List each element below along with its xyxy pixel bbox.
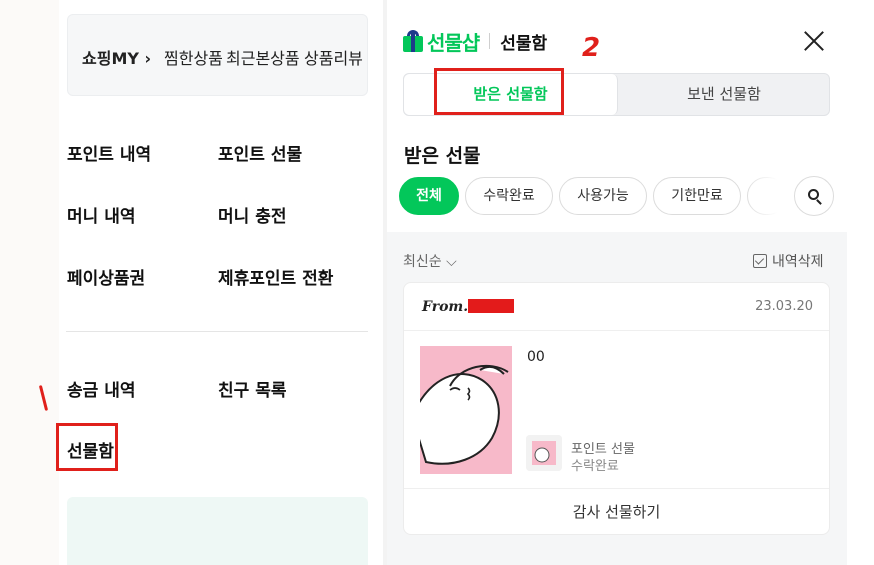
- delete-history-button[interactable]: 내역삭제: [753, 251, 824, 271]
- shopping-my-link[interactable]: 쇼핑MY ›: [82, 45, 151, 69]
- checkbox-icon: [753, 254, 767, 268]
- filter-accepted[interactable]: 수락완료: [465, 177, 553, 215]
- shopping-card: 쇼핑MY › 찜한상품 최근본상품 상품리뷰: [67, 14, 368, 96]
- background-strip: [0, 0, 59, 565]
- search-button[interactable]: [794, 176, 834, 216]
- filter-expired[interactable]: 기한만료: [653, 177, 741, 215]
- gift-item-thumbnail: [526, 435, 562, 471]
- menu-money-charge[interactable]: 머니 충전: [218, 202, 286, 227]
- left-menu-panel: 쇼핑MY › 찜한상품 최근본상품 상품리뷰 포인트 내역 포인트 선물 머니 …: [59, 0, 383, 565]
- menu-partner-point-convert[interactable]: 제휴포인트 전환: [218, 264, 333, 289]
- annotation-highlight-received-tab: [434, 68, 564, 115]
- promo-card: [67, 497, 368, 565]
- annotation-mark-2: 2: [582, 33, 601, 63]
- header-divider: [489, 33, 491, 49]
- sender-name-redacted: [468, 299, 514, 313]
- chevron-down-icon: ⌵: [446, 254, 457, 270]
- sort-label: 최신순: [403, 254, 442, 270]
- gift-message: 00: [527, 349, 545, 365]
- gift-card[interactable]: From. 23.03.20 00 포인트 선물 수락완료 감사 선물하기: [403, 282, 830, 535]
- product-reviews-link[interactable]: 상품리뷰: [304, 45, 363, 69]
- gift-item-status: 수락완료: [571, 459, 619, 474]
- filter-usable[interactable]: 사용가능: [559, 177, 647, 215]
- filter-all[interactable]: 전체: [399, 177, 459, 215]
- gift-box-icon: [403, 30, 423, 52]
- gift-card-image[interactable]: [420, 346, 512, 474]
- gift-box-panel: 선물샵 선물함 2 받은 선물함 보낸 선물함 받은 선물 전체 수락완료 사용…: [387, 0, 847, 565]
- gift-date: 23.03.20: [755, 299, 813, 314]
- brand-logo[interactable]: 선물샵: [427, 27, 480, 56]
- annotation-highlight-gift-box: [56, 423, 118, 471]
- filter-fade: [745, 172, 791, 220]
- wishlist-link[interactable]: 찜한상품: [164, 45, 223, 69]
- gift-card-header: From. 23.03.20: [404, 283, 829, 331]
- recently-viewed-link[interactable]: 최근본상품: [226, 45, 300, 69]
- send-thanks-gift-button[interactable]: 감사 선물하기: [404, 488, 829, 534]
- close-icon[interactable]: [803, 30, 825, 52]
- section-title: 받은 선물: [404, 145, 481, 167]
- menu-money-history[interactable]: 머니 내역: [67, 202, 135, 227]
- menu-transfer-history[interactable]: 송금 내역: [67, 376, 135, 401]
- menu-pay-voucher[interactable]: 페이상품권: [67, 264, 145, 289]
- gift-shop-header: 선물샵 선물함: [403, 27, 548, 56]
- tab-sent[interactable]: 보낸 선물함: [618, 74, 830, 115]
- menu-point-history[interactable]: 포인트 내역: [67, 140, 151, 165]
- sort-dropdown[interactable]: 최신순 ⌵: [403, 251, 457, 271]
- from-label: From.: [422, 299, 469, 315]
- page-title: 선물함: [500, 33, 548, 54]
- menu-friend-list[interactable]: 친구 목록: [218, 376, 286, 401]
- delete-history-label: 내역삭제: [772, 254, 824, 270]
- menu-point-gift[interactable]: 포인트 선물: [218, 140, 302, 165]
- menu-divider: [66, 331, 368, 332]
